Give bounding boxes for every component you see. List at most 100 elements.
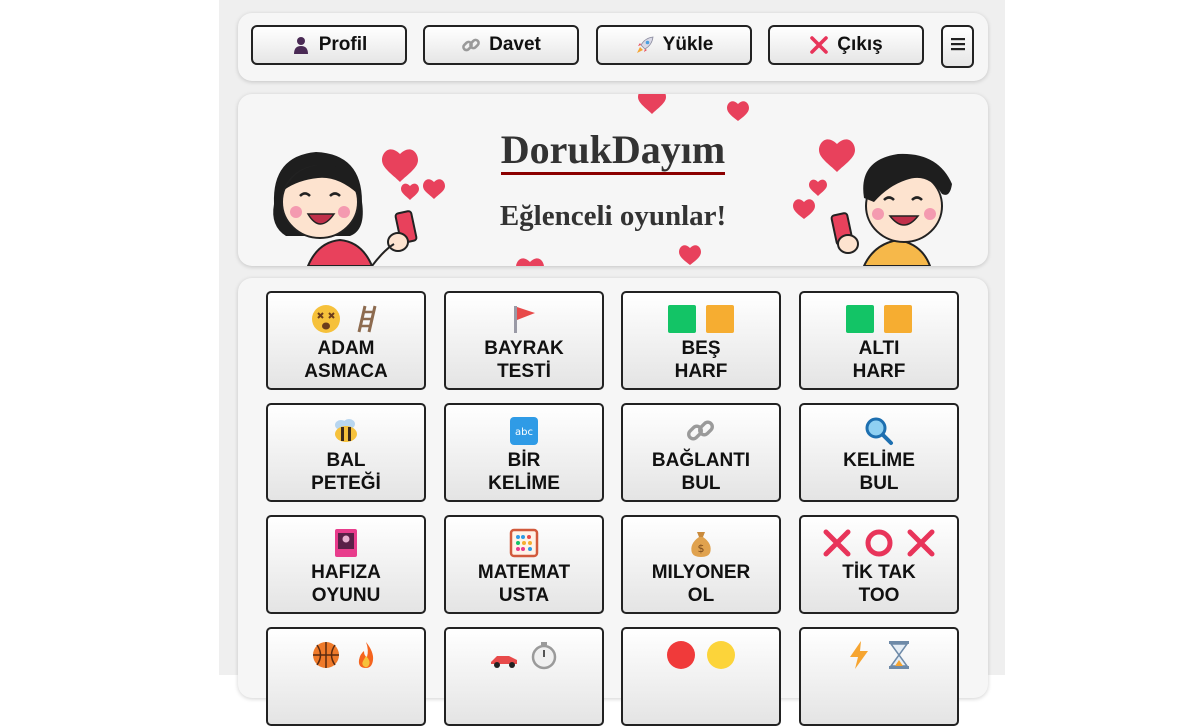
- game-card-icons: abc: [446, 416, 602, 451]
- orange-square-icon: [884, 304, 912, 338]
- game-card-label: MILYONER OL: [623, 561, 779, 607]
- game-card-label-line2: OL: [687, 585, 715, 606]
- game-card[interactable]: BAYRAK TESTİ: [444, 291, 604, 390]
- game-card-label-line1: TİK TAK: [842, 562, 916, 583]
- svg-text:abc: abc: [515, 427, 533, 438]
- green-square-icon: [668, 304, 696, 338]
- game-card-label: ALTI HARF: [801, 337, 957, 383]
- game-card-label-line1: MILYONER: [651, 562, 751, 583]
- game-card-label-line2: PETEĞİ: [311, 473, 381, 494]
- game-card[interactable]: [266, 627, 426, 726]
- invite-button[interactable]: Davet: [423, 25, 579, 65]
- game-card-label-line2: BUL: [681, 473, 721, 494]
- game-card[interactable]: HAFIZA OYUNU: [266, 515, 426, 614]
- game-card-label-line1: ADAM: [317, 338, 375, 359]
- site-subtitle: Eğlenceli oyunlar!: [499, 200, 727, 232]
- game-card-label: ADAM ASMACA: [268, 337, 424, 383]
- profile-button-label: Profil: [318, 34, 368, 55]
- game-card-label: BAL PETEĞİ: [268, 449, 424, 495]
- game-card[interactable]: BEŞ HARF: [621, 291, 781, 390]
- game-card-label: HAFIZA OYUNU: [268, 561, 424, 607]
- x-mark-icon: [905, 527, 937, 564]
- game-card-label-line1: BAYRAK: [484, 338, 564, 359]
- ladder-icon: [351, 304, 381, 339]
- game-card-icons: [623, 417, 779, 449]
- abacus-icon: [509, 528, 539, 563]
- game-card-icons: [268, 641, 424, 673]
- game-card-label: BAYRAK TESTİ: [446, 337, 602, 383]
- game-card-icons: [268, 528, 424, 563]
- game-card[interactable]: [444, 627, 604, 726]
- game-card-label-line1: BAĞLANTI: [651, 450, 751, 471]
- game-card-label-line1: MATEMAT: [477, 562, 571, 583]
- game-card-icons: [446, 641, 602, 673]
- game-card[interactable]: [621, 627, 781, 726]
- cross-icon: [809, 35, 829, 55]
- game-card-label-line2: HARF: [674, 361, 728, 382]
- magnifier-icon: [864, 416, 894, 451]
- game-card-icons: [446, 305, 602, 337]
- banner-illustration: [273, 94, 952, 266]
- money-bag-icon: $: [686, 528, 716, 563]
- game-card[interactable]: ADAM ASMACA: [266, 291, 426, 390]
- logout-button[interactable]: Çıkış: [768, 25, 924, 65]
- fire-icon: [351, 640, 381, 675]
- basketball-icon: [311, 640, 341, 675]
- race-car-icon: [489, 640, 519, 675]
- game-card-label-line2: OYUNU: [311, 585, 381, 606]
- upload-button[interactable]: Yükle: [596, 25, 752, 65]
- game-card-icons: [623, 304, 779, 338]
- game-card-label-line2: TESTİ: [497, 361, 551, 382]
- invite-button-label: Davet: [489, 34, 541, 55]
- yellow-circle-icon: [706, 640, 736, 675]
- o-mark-icon: [863, 527, 895, 564]
- game-card-label-line2: USTA: [498, 585, 550, 606]
- game-card-icons: [801, 304, 957, 338]
- hamburger-menu-icon: [950, 36, 966, 57]
- game-card-icons: [446, 528, 602, 563]
- site-title: DorukDayım: [238, 126, 988, 175]
- game-card-label-line1: ALTI: [858, 338, 900, 359]
- game-card[interactable]: abc BİR KELİME: [444, 403, 604, 502]
- link-icon: [686, 416, 716, 451]
- game-card[interactable]: TİK TAK TOO: [799, 515, 959, 614]
- game-card-icons: [623, 640, 779, 675]
- person-icon: [291, 35, 311, 55]
- lightning-icon: [844, 640, 874, 675]
- upload-button-label: Yükle: [662, 34, 714, 55]
- game-card[interactable]: BAL PETEĞİ: [266, 403, 426, 502]
- game-card[interactable]: ALTI HARF: [799, 291, 959, 390]
- red-flag-icon: [509, 304, 539, 339]
- hourglass-icon: [884, 640, 914, 675]
- game-card-icons: [801, 529, 957, 561]
- game-card-icons: $: [623, 529, 779, 561]
- link-icon: [461, 35, 481, 55]
- menu-button[interactable]: [941, 25, 974, 68]
- game-card[interactable]: $ MILYONER OL: [621, 515, 781, 614]
- profile-button[interactable]: Profil: [251, 25, 407, 65]
- game-card[interactable]: BAĞLANTI BUL: [621, 403, 781, 502]
- game-card-label-line1: BEŞ: [681, 338, 721, 359]
- game-card[interactable]: KELİME BUL: [799, 403, 959, 502]
- game-card-icons: [801, 640, 957, 675]
- game-card-label: BİR KELİME: [446, 449, 602, 495]
- game-card-label: TİK TAK TOO: [801, 561, 957, 607]
- svg-text:$: $: [698, 542, 705, 555]
- game-card-icons: [268, 417, 424, 449]
- orange-square-icon: [706, 304, 734, 338]
- hearts-decoration: [382, 94, 855, 266]
- green-square-icon: [846, 304, 874, 338]
- game-card-label: BAĞLANTI BUL: [623, 449, 779, 495]
- game-card[interactable]: MATEMAT USTA: [444, 515, 604, 614]
- card-icon: [331, 528, 361, 563]
- game-card-label-line2: TOO: [858, 585, 900, 606]
- game-card-label: MATEMAT USTA: [446, 561, 602, 607]
- game-card-label-line2: BUL: [859, 473, 899, 494]
- game-card-label-line1: BAL: [326, 450, 366, 471]
- game-card-label-line2: HARF: [852, 361, 906, 382]
- abc-icon: abc: [509, 416, 539, 451]
- logout-button-label: Çıkış: [837, 34, 883, 55]
- stopwatch-icon: [529, 640, 559, 675]
- game-card-icons: [268, 304, 424, 339]
- game-card[interactable]: [799, 627, 959, 726]
